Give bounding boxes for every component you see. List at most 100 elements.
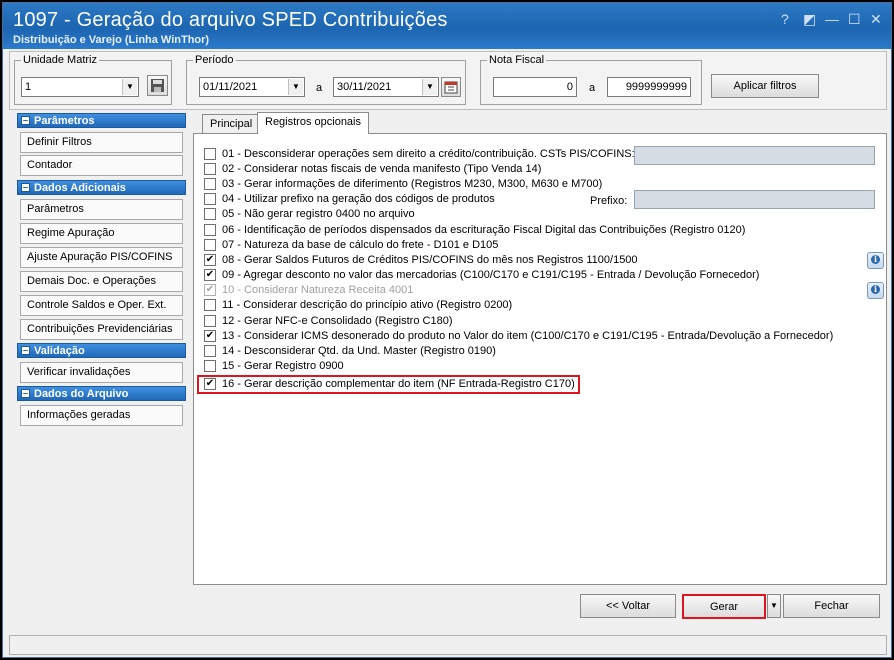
prefixo-input[interactable] <box>634 190 875 209</box>
option-label: 09 - Agregar desconto no valor das merca… <box>222 269 760 281</box>
checkbox[interactable] <box>204 315 216 327</box>
checkbox[interactable]: ✔ <box>204 330 216 342</box>
section-title: Validação <box>34 345 85 357</box>
apply-filters-button[interactable]: Aplicar filtros <box>711 74 819 98</box>
calendar-icon <box>444 81 458 94</box>
filter-panel: Unidade Matriz 1 ▼ Período 01/11/2021 ▼ … <box>9 51 887 110</box>
unidade-label: Unidade Matriz <box>21 54 99 66</box>
option-label: 10 - Considerar Natureza Receita 4001 <box>222 284 414 296</box>
checkbox[interactable] <box>204 163 216 175</box>
help-icon[interactable]: ? <box>781 11 789 27</box>
section-dados-arquivo[interactable]: – Dados do Arquivo <box>17 386 186 401</box>
checkbox[interactable] <box>204 345 216 357</box>
csts-input[interactable] <box>634 146 875 165</box>
checkbox: ✔ <box>204 284 216 296</box>
checkbox[interactable] <box>204 360 216 372</box>
generate-button[interactable]: Gerar <box>682 594 766 619</box>
checkbox[interactable]: ✔ <box>204 254 216 266</box>
info-icon[interactable]: i <box>867 252 884 269</box>
prefixo-label: Prefixo: <box>590 195 628 207</box>
section-title: Parâmetros <box>34 115 95 127</box>
periodo-from-value: 01/11/2021 <box>203 81 258 93</box>
tab-content: 01 - Desconsiderar operações sem direito… <box>193 133 887 585</box>
checkbox[interactable] <box>204 193 216 205</box>
option-label: 06 - Identificação de períodos dispensad… <box>222 224 746 236</box>
periodo-to-field[interactable]: 30/11/2021 ▼ <box>333 77 439 97</box>
section-dados-adicionais[interactable]: – Dados Adicionais <box>17 180 186 195</box>
section-title: Dados Adicionais <box>34 182 126 194</box>
generate-dropdown-button[interactable]: ▼ <box>767 594 781 618</box>
unidade-value: 1 <box>25 81 32 93</box>
close-icon[interactable]: ✕ <box>870 11 882 28</box>
sidebar-item-parametros[interactable]: Parâmetros <box>20 199 183 220</box>
option-label: 07 - Natureza da base de cálculo do fret… <box>222 239 499 251</box>
nota-separator: a <box>589 82 596 94</box>
checkbox[interactable] <box>204 148 216 160</box>
checkbox[interactable] <box>204 178 216 190</box>
checkbox[interactable] <box>204 239 216 251</box>
checkbox[interactable] <box>204 208 216 220</box>
save-button[interactable] <box>147 75 168 96</box>
tab-registros-opcionais[interactable]: Registros opcionais <box>257 112 369 134</box>
section-parametros[interactable]: – Parâmetros <box>17 113 186 128</box>
unidade-group: Unidade Matriz 1 ▼ <box>14 54 172 105</box>
option-label: 05 - Não gerar registro 0400 no arquivo <box>222 208 415 220</box>
window-subtitle: Distribuição e Varejo (Linha WinThor) <box>13 34 210 46</box>
nota-from-field[interactable]: 0 <box>493 77 577 97</box>
maximize-icon[interactable]: ☐ <box>848 11 861 28</box>
section-title: Dados do Arquivo <box>34 388 129 400</box>
title-bar: 1097 - Geração do arquivo SPED Contribui… <box>3 3 891 49</box>
checkbox[interactable] <box>204 299 216 311</box>
sidebar-item-regime-apuracao[interactable]: Regime Apuração <box>20 223 183 244</box>
checkbox[interactable] <box>204 224 216 236</box>
restore-icon[interactable]: ◩ <box>803 11 816 28</box>
tab-principal[interactable]: Principal <box>202 114 261 134</box>
nota-to-field[interactable]: 9999999999 <box>607 77 691 97</box>
chevron-down-icon[interactable]: ▼ <box>422 79 437 95</box>
chevron-down-icon[interactable]: ▼ <box>288 79 303 95</box>
option-label: 01 - Desconsiderar operações sem direito… <box>222 148 635 160</box>
calendar-button[interactable] <box>441 77 461 97</box>
highlight-box <box>197 375 580 394</box>
back-button[interactable]: << Voltar <box>580 594 676 618</box>
periodo-to-value: 30/11/2021 <box>337 81 392 93</box>
sidebar-item-informacoes-geradas[interactable]: Informações geradas <box>20 405 183 426</box>
option-label: 11 - Considerar descrição do princípio a… <box>222 299 513 311</box>
option-label: 15 - Gerar Registro 0900 <box>222 360 344 372</box>
option-label: 02 - Considerar notas fiscais de venda m… <box>222 163 542 175</box>
checkbox[interactable]: ✔ <box>204 269 216 281</box>
chevron-down-icon[interactable]: ▼ <box>122 79 137 95</box>
window-title: 1097 - Geração do arquivo SPED Contribui… <box>13 9 448 31</box>
status-bar <box>9 635 887 655</box>
collapse-icon[interactable]: – <box>21 389 30 398</box>
info-icon[interactable]: i <box>867 282 884 299</box>
option-label: 14 - Desconsiderar Qtd. da Und. Master (… <box>222 345 496 357</box>
unidade-select[interactable]: 1 ▼ <box>21 77 139 97</box>
floppy-icon <box>151 79 164 92</box>
sidebar-item-definir-filtros[interactable]: Definir Filtros <box>20 132 183 153</box>
nota-fiscal-label: Nota Fiscal <box>487 54 547 66</box>
section-validacao[interactable]: – Validação <box>17 343 186 358</box>
nota-fiscal-group: Nota Fiscal 0 a 9999999999 <box>480 54 702 105</box>
option-label: 03 - Gerar informações de diferimento (R… <box>222 178 603 190</box>
option-label: 13 - Considerar ICMS desonerado do produ… <box>222 330 834 342</box>
sidebar-item-contador[interactable]: Contador <box>20 155 183 176</box>
close-button[interactable]: Fechar <box>783 594 880 618</box>
minimize-icon[interactable]: — <box>825 11 839 27</box>
sidebar-item-contribuicoes[interactable]: Contribuições Previdenciárias <box>20 319 183 340</box>
periodo-separator: a <box>316 82 323 94</box>
option-label: 08 - Gerar Saldos Futuros de Créditos PI… <box>222 254 638 266</box>
option-label: 12 - Gerar NFC-e Consolidado (Registro C… <box>222 315 453 327</box>
collapse-icon[interactable]: – <box>21 346 30 355</box>
periodo-from-field[interactable]: 01/11/2021 ▼ <box>199 77 305 97</box>
collapse-icon[interactable]: – <box>21 116 30 125</box>
sidebar-item-ajuste-apuracao[interactable]: Ajuste Apuração PIS/COFINS <box>20 247 183 268</box>
sidebar-item-verificar-invalidacoes[interactable]: Verificar invalidações <box>20 362 183 383</box>
main-window: 1097 - Geração do arquivo SPED Contribui… <box>2 2 892 658</box>
collapse-icon[interactable]: – <box>21 183 30 192</box>
periodo-group: Período 01/11/2021 ▼ a 30/11/2021 ▼ <box>186 54 466 105</box>
chevron-down-icon: ▼ <box>770 601 778 610</box>
sidebar-item-controle-saldos[interactable]: Controle Saldos e Oper. Ext. <box>20 295 183 316</box>
sidebar-item-demais-doc[interactable]: Demais Doc. e Operações <box>20 271 183 292</box>
periodo-label: Período <box>193 54 236 66</box>
